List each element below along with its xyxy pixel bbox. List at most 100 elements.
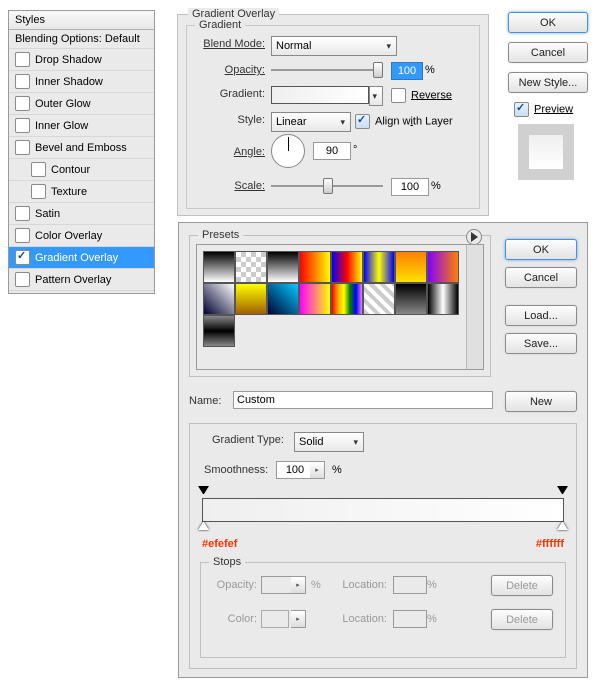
preset-swatch-9[interactable] bbox=[235, 283, 267, 315]
style-checkbox[interactable] bbox=[15, 228, 30, 243]
style-item-inner-glow[interactable]: Inner Glow bbox=[9, 115, 154, 137]
scale-percent: % bbox=[431, 180, 441, 192]
style-item-bevel-and-emboss[interactable]: Bevel and Emboss bbox=[9, 137, 154, 159]
cancel-button[interactable]: Cancel bbox=[508, 42, 588, 63]
style-checkbox[interactable] bbox=[15, 74, 30, 89]
gradient-type-label: Gradient Type: bbox=[212, 434, 284, 446]
align-checkbox[interactable] bbox=[355, 114, 370, 129]
degree-label: ° bbox=[353, 144, 357, 156]
scale-slider[interactable] bbox=[271, 185, 383, 187]
style-label: Satin bbox=[35, 208, 60, 220]
smoothness-input[interactable] bbox=[276, 461, 314, 479]
preset-swatch-5[interactable] bbox=[363, 251, 395, 283]
cancel-button-2[interactable]: Cancel bbox=[505, 267, 577, 288]
new-button[interactable]: New bbox=[505, 391, 577, 412]
ok-button-2[interactable]: OK bbox=[505, 239, 577, 260]
style-label: Drop Shadow bbox=[35, 54, 102, 66]
blending-options[interactable]: Blending Options: Default bbox=[9, 30, 154, 49]
presets-legend: Presets bbox=[198, 229, 243, 241]
reverse-label: Reverse bbox=[411, 89, 452, 101]
blend-mode-dropdown[interactable]: Normal bbox=[271, 36, 397, 56]
style-label: Inner Shadow bbox=[35, 76, 103, 88]
style-item-pattern-overlay[interactable]: Pattern Overlay bbox=[9, 269, 154, 291]
angle-dial[interactable] bbox=[271, 134, 305, 168]
opacity-percent: % bbox=[425, 64, 435, 76]
stops-legend: Stops bbox=[209, 556, 245, 568]
preset-swatch-4[interactable] bbox=[331, 251, 363, 283]
presets-flyout-icon[interactable] bbox=[466, 229, 482, 245]
preset-swatch-16[interactable] bbox=[203, 315, 235, 347]
preset-swatch-2[interactable] bbox=[267, 251, 299, 283]
style-checkbox[interactable] bbox=[15, 206, 30, 221]
scrollbar[interactable] bbox=[466, 245, 483, 369]
preset-swatch-7[interactable] bbox=[427, 251, 459, 283]
style-checkbox[interactable] bbox=[15, 140, 30, 155]
preview-checkbox[interactable] bbox=[514, 102, 529, 117]
name-label: Name: bbox=[189, 395, 221, 407]
color-stop-right[interactable] bbox=[557, 522, 568, 534]
style-item-inner-shadow[interactable]: Inner Shadow bbox=[9, 71, 154, 93]
style-item-stroke[interactable]: Stroke bbox=[9, 291, 154, 294]
stop-location-input-2 bbox=[393, 610, 427, 628]
reverse-checkbox[interactable] bbox=[391, 88, 406, 103]
stop-right-hex: #ffffff bbox=[536, 538, 564, 550]
opacity-input[interactable] bbox=[391, 62, 423, 80]
presets-scroll[interactable] bbox=[196, 244, 484, 370]
gradient-editor-panel: Presets OK Cancel Load... Save... Name: … bbox=[178, 222, 588, 678]
style-checkbox[interactable] bbox=[15, 52, 30, 67]
style-item-color-overlay[interactable]: Color Overlay bbox=[9, 225, 154, 247]
style-checkbox[interactable] bbox=[15, 96, 30, 111]
new-style-button[interactable]: New Style... bbox=[508, 72, 588, 93]
load-button[interactable]: Load... bbox=[505, 305, 577, 326]
scale-input[interactable] bbox=[391, 178, 429, 196]
gradient-dropdown-arrow[interactable] bbox=[369, 86, 383, 106]
styles-panel: Styles Blending Options: Default Drop Sh… bbox=[8, 10, 155, 294]
style-label: Bevel and Emboss bbox=[35, 142, 127, 154]
stop-location-label-1: Location: bbox=[331, 579, 387, 591]
ok-button[interactable]: OK bbox=[508, 12, 588, 33]
style-dropdown[interactable]: Linear bbox=[271, 112, 351, 132]
stop-opacity-input bbox=[261, 576, 295, 594]
style-item-drop-shadow[interactable]: Drop Shadow bbox=[9, 49, 154, 71]
gradient-bar[interactable] bbox=[202, 498, 564, 522]
stop-color-swatch bbox=[261, 610, 289, 628]
style-item-outer-glow[interactable]: Outer Glow bbox=[9, 93, 154, 115]
preset-swatch-3[interactable] bbox=[299, 251, 331, 283]
angle-input[interactable] bbox=[313, 142, 351, 160]
style-checkbox[interactable] bbox=[15, 250, 30, 265]
preset-swatch-0[interactable] bbox=[203, 251, 235, 283]
style-item-satin[interactable]: Satin bbox=[9, 203, 154, 225]
style-checkbox[interactable] bbox=[15, 118, 30, 133]
name-input[interactable] bbox=[233, 391, 493, 409]
color-stop-left[interactable] bbox=[198, 522, 209, 534]
style-item-texture[interactable]: Texture bbox=[9, 181, 154, 203]
style-checkbox[interactable] bbox=[31, 162, 46, 177]
preset-swatch-14[interactable] bbox=[395, 283, 427, 315]
preset-swatch-6[interactable] bbox=[395, 251, 427, 283]
preset-swatch-13[interactable] bbox=[363, 283, 395, 315]
gradient-overlay-group: Gradient Overlay Gradient Blend Mode: No… bbox=[177, 14, 489, 216]
preset-swatch-12[interactable] bbox=[331, 283, 363, 315]
style-checkbox[interactable] bbox=[31, 184, 46, 199]
preset-swatch-8[interactable] bbox=[203, 283, 235, 315]
stop-opacity-spinner: ▸ bbox=[291, 576, 306, 594]
stop-left-hex: #efefef bbox=[202, 538, 237, 550]
gradient-type-dropdown[interactable]: Solid bbox=[294, 432, 364, 452]
opacity-slider[interactable] bbox=[271, 69, 383, 71]
presets-group: Presets bbox=[189, 235, 491, 377]
smoothness-spinner[interactable]: ▸ bbox=[310, 461, 325, 479]
gradient-preview[interactable] bbox=[271, 86, 369, 104]
style-label: Style: bbox=[187, 114, 265, 126]
style-checkbox[interactable] bbox=[15, 272, 30, 287]
preset-swatch-15[interactable] bbox=[427, 283, 459, 315]
preset-swatch-1[interactable] bbox=[235, 251, 267, 283]
style-item-contour[interactable]: Contour bbox=[9, 159, 154, 181]
style-label: Color Overlay bbox=[35, 230, 102, 242]
save-button[interactable]: Save... bbox=[505, 333, 577, 354]
preset-swatch-10[interactable] bbox=[267, 283, 299, 315]
gradient-label: Gradient: bbox=[187, 88, 265, 100]
align-label: Align with Layer bbox=[375, 115, 453, 127]
style-item-gradient-overlay[interactable]: Gradient Overlay bbox=[9, 247, 154, 269]
preset-swatch-11[interactable] bbox=[299, 283, 331, 315]
stop-location-label-2: Location: bbox=[331, 613, 387, 625]
